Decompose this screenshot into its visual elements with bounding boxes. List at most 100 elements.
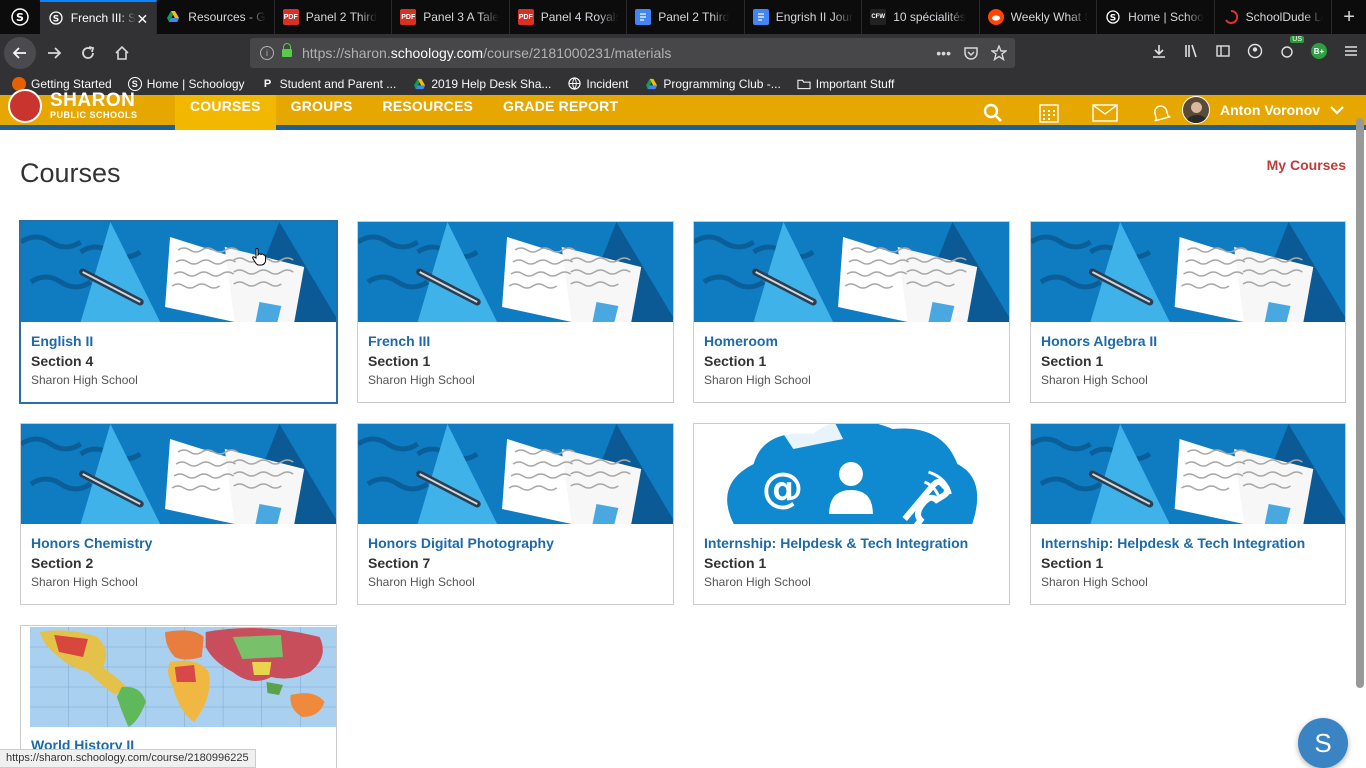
schoology-icon: S: [48, 10, 64, 26]
course-school: Sharon High School: [31, 575, 138, 589]
browser-tab[interactable]: Engrish II Jour: [745, 0, 863, 34]
tab-title: Resources - G: [188, 10, 266, 24]
bookmark-item[interactable]: Programming Club -...: [644, 76, 781, 91]
calendar-icon[interactable]: [1021, 98, 1077, 128]
course-name[interactable]: English II: [31, 333, 93, 349]
nav-resources[interactable]: RESOURCES: [368, 95, 488, 130]
browser-tab[interactable]: PDF Panel 4 Royals: [510, 0, 628, 34]
course-card[interactable]: Internship: Helpdesk & Tech Integration …: [693, 423, 1010, 605]
course-card[interactable]: Internship: Helpdesk & Tech Integration …: [1030, 423, 1346, 605]
course-card[interactable]: Homeroom Section 1 Sharon High School: [693, 221, 1010, 403]
browser-tab[interactable]: Weekly What S: [980, 0, 1098, 34]
browser-tab[interactable]: CFW 10 spécialités: [862, 0, 980, 34]
tab-title: 10 spécialités: [893, 10, 966, 24]
course-card[interactable]: Honors Algebra II Section 1 Sharon High …: [1030, 221, 1346, 403]
browser-tab[interactable]: SchoolDude Lo: [1215, 0, 1333, 34]
nav-courses[interactable]: COURSES: [175, 95, 276, 130]
course-card[interactable]: World History II: [20, 625, 337, 768]
bookmark-item[interactable]: P Student and Parent ...: [261, 76, 397, 91]
sidebar-icon[interactable]: [1212, 40, 1234, 62]
browser-tab[interactable]: Resources - G: [157, 0, 275, 34]
back-arrow-icon: [12, 47, 26, 59]
course-section: Section 1: [368, 353, 431, 369]
search-icon[interactable]: [965, 98, 1021, 128]
tab-overflow[interactable]: S: [0, 0, 40, 34]
grade-extension-icon[interactable]: B+: [1308, 40, 1330, 62]
address-bar-actions: •••: [936, 45, 1007, 61]
info-icon[interactable]: i: [260, 46, 274, 60]
tab-title: Panel 2 Third: [305, 10, 377, 24]
vpn-extension-icon[interactable]: US: [1276, 36, 1304, 62]
course-name[interactable]: French III: [368, 333, 430, 349]
page-scrollbar[interactable]: [1356, 118, 1364, 688]
bookmark-item[interactable]: Incident: [567, 77, 628, 91]
course-school: Sharon High School: [704, 373, 811, 387]
google-docs-icon: [752, 9, 769, 25]
link-status-bar: https://sharon.schoology.com/course/2180…: [0, 749, 256, 768]
menu-icon[interactable]: [1340, 40, 1362, 62]
nav-groups[interactable]: GROUPS: [276, 95, 368, 130]
account-icon[interactable]: [1244, 40, 1266, 62]
user-menu[interactable]: Anton Voronov: [1182, 95, 1344, 125]
bookmarks-toolbar: Getting Started S Home | Schoology P Stude…: [0, 72, 1366, 95]
bookmark-star-icon[interactable]: [991, 45, 1007, 61]
course-name[interactable]: Internship: Helpdesk & Tech Integration: [1041, 535, 1305, 551]
schoology-help-button[interactable]: S: [1298, 718, 1348, 768]
folder-icon: [797, 77, 811, 91]
pocket-icon[interactable]: [963, 45, 979, 61]
reddit-icon: [987, 9, 1004, 25]
course-image: [1031, 222, 1345, 322]
url-text[interactable]: https://sharon.schoology.com/course/2181…: [302, 45, 671, 61]
bookmark-label: Programming Club -...: [663, 76, 781, 91]
lock-icon: [282, 43, 292, 57]
my-courses-link[interactable]: My Courses: [1267, 157, 1346, 173]
course-card[interactable]: Honors Chemistry Section 2 Sharon High S…: [20, 423, 337, 605]
tab-title: Panel 2 Third: [658, 10, 730, 24]
course-image: [30, 627, 336, 727]
logo-subtitle: PUBLIC SCHOOLS: [50, 110, 138, 120]
course-card[interactable]: English II Section 4 Sharon High School: [19, 220, 338, 404]
forward-button[interactable]: [38, 37, 70, 69]
course-name[interactable]: Honors Chemistry: [31, 535, 152, 551]
district-seal-icon: [8, 89, 42, 123]
browser-tab[interactable]: PDF Panel 2 Third: [275, 0, 393, 34]
bookmark-item[interactable]: 2019 Help Desk Sha...: [412, 77, 551, 91]
browser-tab[interactable]: S French III: S ✕: [39, 0, 158, 34]
library-icon[interactable]: [1180, 40, 1202, 62]
downloads-icon[interactable]: [1148, 40, 1170, 62]
bookmark-item[interactable]: S Home | Schoology: [127, 76, 245, 91]
pdf-icon: PDF: [282, 9, 299, 25]
back-button[interactable]: [4, 37, 36, 69]
course-name[interactable]: Honors Digital Photography: [368, 535, 554, 551]
messages-icon[interactable]: [1077, 98, 1133, 128]
google-docs-icon: [635, 9, 652, 25]
bookmark-label: Home | Schoology: [146, 76, 245, 91]
schooldude-icon: [1223, 9, 1239, 25]
address-bar[interactable]: i https://sharon.schoology.com/course/21…: [250, 38, 1015, 68]
course-name[interactable]: Honors Algebra II: [1041, 333, 1157, 349]
course-name[interactable]: Internship: Helpdesk & Tech Integration: [704, 535, 968, 551]
reload-button[interactable]: [72, 37, 104, 69]
notifications-bell-icon[interactable]: [1133, 98, 1189, 128]
nav-grade-report[interactable]: GRADE REPORT: [488, 95, 633, 130]
course-card[interactable]: Honors Digital Photography Section 7 Sha…: [357, 423, 674, 605]
home-button[interactable]: [106, 37, 138, 69]
course-name[interactable]: Homeroom: [704, 333, 778, 349]
browser-tab[interactable]: S Home | Schoo: [1097, 0, 1215, 34]
bookmark-label: Incident: [586, 76, 629, 91]
browser-tab[interactable]: Panel 2 Third: [627, 0, 745, 34]
new-tab-button[interactable]: +: [1332, 0, 1366, 34]
browser-tab[interactable]: PDF Panel 3 A Tale: [392, 0, 510, 34]
logo-title: SHARON: [50, 90, 136, 111]
bookmark-label: Student and Parent ...: [279, 76, 397, 91]
close-tab-icon[interactable]: ✕: [137, 11, 149, 28]
course-card[interactable]: French III Section 1 Sharon High School: [357, 221, 674, 403]
url-prefix: https://sharon.: [302, 45, 391, 61]
course-school: Sharon High School: [1041, 373, 1148, 387]
page-title: Courses: [20, 158, 121, 188]
course-school: Sharon High School: [31, 373, 138, 387]
page-actions-icon[interactable]: •••: [936, 45, 951, 61]
district-logo[interactable]: SHARON PUBLIC SCHOOLS: [8, 89, 138, 123]
course-school: Sharon High School: [368, 575, 475, 589]
bookmark-item[interactable]: Important Stuff: [797, 77, 894, 91]
